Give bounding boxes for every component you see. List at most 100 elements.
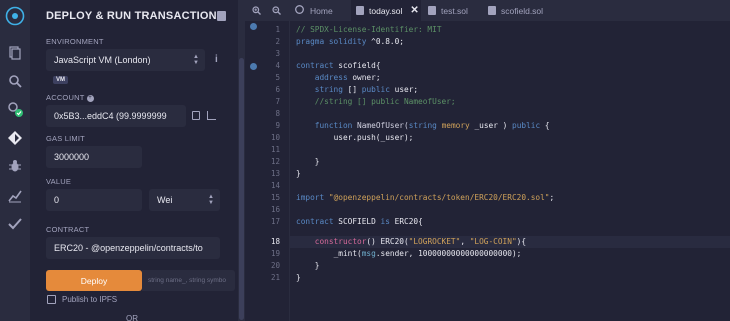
- tab-label: Home: [310, 5, 333, 16]
- breakpoint-icon[interactable]: [250, 23, 257, 30]
- line-number: 4: [275, 61, 280, 70]
- file-explorer-icon[interactable]: [7, 45, 23, 61]
- line-number: 12: [270, 157, 280, 166]
- tab-test-sol[interactable]: test.sol: [423, 0, 483, 21]
- edit-icon[interactable]: [207, 111, 216, 120]
- gas-limit-label: GAS LIMIT: [46, 134, 85, 143]
- code-line: address owner;: [314, 73, 381, 82]
- gas-limit-input[interactable]: 3000000: [46, 146, 142, 168]
- gutter-divider: [289, 21, 290, 321]
- publish-ipfs-checkbox[interactable]: [47, 295, 56, 304]
- code-line: }: [314, 157, 320, 166]
- line-number: 19: [270, 249, 280, 258]
- line-number: 21: [270, 273, 280, 282]
- line-number: 5: [275, 73, 280, 82]
- zoom-out-icon[interactable]: [272, 4, 281, 17]
- panel-scrollbar[interactable]: [238, 0, 245, 321]
- line-number: 10: [270, 133, 280, 142]
- line-number: 13: [270, 169, 280, 178]
- code-line: pragma solidity ^0.8.0;: [296, 37, 404, 46]
- select-arrows-icon: ▲ ▼: [208, 194, 214, 206]
- unit-select[interactable]: Wei ▲ ▼: [149, 189, 220, 211]
- vm-badge: VM: [53, 76, 68, 84]
- account-select[interactable]: 0x5B3...eddC4 (99.9999999: [46, 105, 186, 127]
- code-line: }: [314, 261, 320, 270]
- line-number: 2: [275, 37, 280, 46]
- debug-icon[interactable]: [7, 158, 23, 174]
- code-line: // SPDX-License-Identifier: MIT: [296, 25, 442, 34]
- tab-label: scofield.sol: [501, 5, 544, 16]
- environment-value: JavaScript VM (London): [54, 55, 151, 65]
- tab-scofield-sol[interactable]: scofield.sol: [485, 0, 565, 21]
- environment-label: ENVIRONMENT: [46, 37, 104, 46]
- line-number: 20: [270, 261, 280, 270]
- deploy-button[interactable]: Deploy: [46, 270, 142, 291]
- remix-ide: DEPLOY & RUN TRANSACTIONS ENVIRONMENT Ja…: [0, 0, 730, 321]
- deploy-panel: DEPLOY & RUN TRANSACTIONS ENVIRONMENT Ja…: [30, 0, 238, 321]
- or-divider-label: OR: [126, 314, 138, 321]
- code-line: string [] public user;: [314, 85, 419, 94]
- account-value: 0x5B3...eddC4 (99.9999999: [54, 111, 167, 121]
- home-icon: [295, 5, 304, 16]
- documentation-icon[interactable]: [217, 11, 226, 21]
- line-number: 15: [270, 193, 280, 202]
- search-icon[interactable]: [7, 73, 23, 89]
- line-number: 17: [270, 217, 280, 226]
- contract-label: CONTRACT: [46, 225, 90, 234]
- code-line: //string [] public NameofUser;: [314, 97, 456, 106]
- line-number: 3: [275, 49, 280, 58]
- deploy-params-input[interactable]: string name_, string symbo: [142, 270, 235, 291]
- code-editor[interactable]: 1 2 3 4 5 6 7 8 9 10 11 12 13 14 15 16 17 18 19 20 21 // SPD…: [245, 21, 730, 321]
- code-line: function NameOfUser(string memory _user …: [314, 121, 550, 130]
- analysis-icon[interactable]: [7, 188, 23, 204]
- zoom-in-icon[interactable]: [252, 4, 261, 17]
- value-input[interactable]: 0: [46, 189, 142, 211]
- code-line: contract SCOFIELD is ERC20{: [296, 217, 423, 226]
- line-number: 9: [275, 121, 280, 130]
- line-number: 7: [275, 97, 280, 106]
- breakpoint-icon[interactable]: [250, 63, 257, 70]
- copy-icon[interactable]: [192, 111, 200, 120]
- line-number: 8: [275, 109, 280, 118]
- code-line: contract scofield{: [296, 61, 381, 70]
- panel-title: DEPLOY & RUN TRANSACTIONS: [46, 10, 225, 22]
- line-number: 14: [270, 181, 280, 190]
- gutter-marks: [245, 21, 265, 321]
- contract-value: ERC20 - @openzeppelin/contracts/to: [54, 243, 203, 253]
- deploy-icon[interactable]: [7, 130, 23, 146]
- select-arrows-icon: ▲ ▼: [193, 54, 199, 66]
- code-line: _mint(msg.sender, 10000000000000000000);: [333, 249, 522, 258]
- environment-select[interactable]: JavaScript VM (London) ▲ ▼: [46, 49, 205, 71]
- plugin-check-icon[interactable]: [7, 101, 23, 117]
- contract-select[interactable]: ERC20 - @openzeppelin/contracts/to: [46, 237, 220, 259]
- close-icon[interactable]: ✕: [410, 5, 418, 16]
- tab-today-sol[interactable]: today.sol ✕: [351, 0, 421, 21]
- publish-ipfs-label: Publish to IPFS: [62, 295, 118, 304]
- code-line: constructor() ERC20("LOGROCKET", "LOG-CO…: [314, 237, 527, 246]
- value-label: VALUE: [46, 177, 72, 186]
- line-number: 6: [275, 85, 280, 94]
- tab-label: today.sol: [369, 5, 403, 16]
- code-line: }: [296, 169, 301, 178]
- file-icon: [488, 6, 496, 15]
- remix-logo-icon[interactable]: [5, 6, 25, 26]
- info-icon[interactable]: i: [215, 54, 218, 65]
- scrollbar-thumb[interactable]: [239, 58, 244, 320]
- account-label: ACCOUNT +: [46, 93, 94, 102]
- code-line: import "@openzeppelin/contracts/token/ER…: [296, 193, 555, 202]
- unit-value: Wei: [157, 195, 173, 205]
- line-number: 18: [270, 237, 280, 246]
- icon-sidebar: [0, 0, 30, 321]
- line-number: 16: [270, 205, 280, 214]
- code-line: user.push(_user);: [333, 133, 414, 142]
- verify-icon[interactable]: [7, 216, 23, 232]
- editor-tabbar: Home today.sol ✕ test.sol scofield.sol: [245, 0, 730, 21]
- file-icon: [428, 6, 436, 15]
- line-number: 11: [270, 145, 280, 154]
- plus-circle-icon[interactable]: +: [86, 94, 94, 102]
- line-number: 1: [275, 25, 280, 34]
- tab-label: test.sol: [441, 5, 468, 16]
- code-line: }: [296, 273, 301, 282]
- file-icon: [356, 6, 364, 15]
- tab-home[interactable]: Home: [291, 0, 351, 21]
